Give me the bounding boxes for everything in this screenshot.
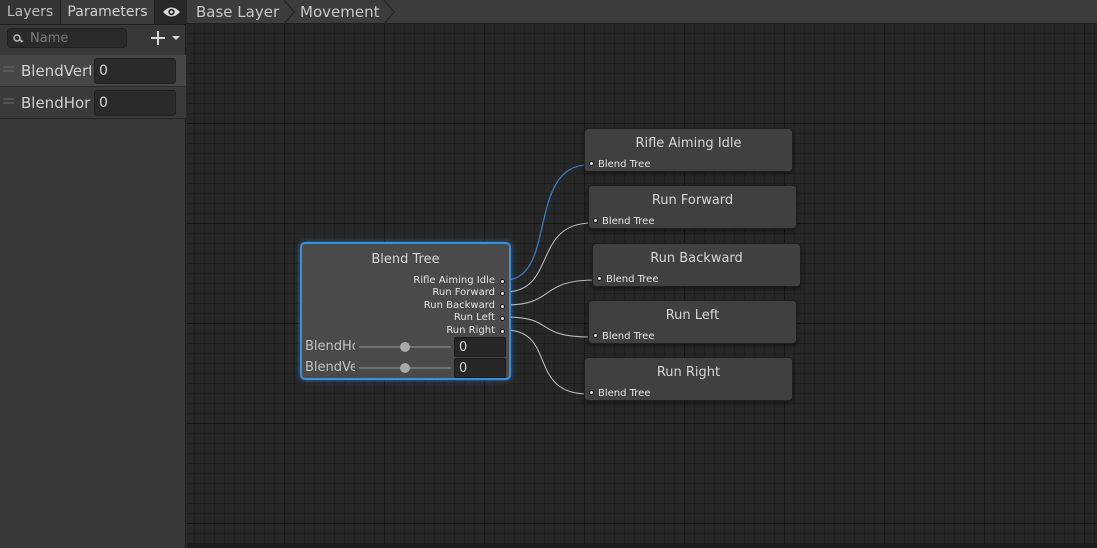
port-dot-icon[interactable] <box>589 389 594 395</box>
parameter-row[interactable]: BlendVert <box>0 55 186 87</box>
parameter-row[interactable]: BlendHori <box>0 87 186 119</box>
input-port-label: Blend Tree <box>602 216 655 227</box>
port-dot-icon[interactable] <box>500 316 505 321</box>
parameters-panel: Layers Parameters BlendVert <box>0 0 186 548</box>
input-port-label: Blend Tree <box>598 159 651 170</box>
tab-parameters[interactable]: Parameters <box>61 0 155 24</box>
input-port[interactable]: Blend Tree <box>593 331 655 342</box>
breadcrumb-movement[interactable]: Movement <box>300 0 379 24</box>
blend-horizontal-value-field[interactable] <box>454 337 506 357</box>
port-dot-icon[interactable] <box>593 217 598 223</box>
output-port-label: Run Left <box>453 312 495 323</box>
wire-run-left <box>504 316 593 338</box>
breadcrumb: Base Layer Movement <box>187 0 1097 24</box>
port-dot-icon[interactable] <box>589 160 594 166</box>
output-port-label: Run Backward <box>423 300 495 311</box>
wire-run-forward <box>504 222 593 293</box>
slider-label: BlendVertical <box>305 360 355 375</box>
input-port[interactable]: Blend Tree <box>597 274 659 285</box>
output-port-label: Rifle Aiming Idle <box>413 275 495 286</box>
output-port-run-backward[interactable]: Run Backward <box>423 300 505 311</box>
parameter-value-field[interactable] <box>94 90 176 116</box>
port-dot-icon[interactable] <box>500 291 505 296</box>
node-title: Blend Tree <box>371 252 440 267</box>
drag-handle-icon[interactable] <box>3 98 14 105</box>
port-dot-icon[interactable] <box>500 304 505 309</box>
node-title: Rifle Aiming Idle <box>635 136 742 151</box>
tab-layers[interactable]: Layers <box>0 0 61 24</box>
plus-icon <box>151 31 180 45</box>
input-port[interactable]: Blend Tree <box>589 388 651 399</box>
input-port[interactable]: Blend Tree <box>593 216 655 227</box>
blend-horizontal-slider-row: BlendHorizontal <box>305 337 508 357</box>
blend-horizontal-slider[interactable] <box>359 342 451 352</box>
graph-scrollbar[interactable] <box>187 544 1097 548</box>
node-title: Run Left <box>665 308 720 323</box>
search-input[interactable] <box>30 29 122 47</box>
slider-label: BlendHorizontal <box>305 339 355 354</box>
port-dot-icon[interactable] <box>500 329 505 334</box>
blend-vertical-slider-row: BlendVertical <box>305 358 508 378</box>
motion-node-run-right[interactable]: Run Right Blend Tree <box>584 357 793 401</box>
node-title: Run Backward <box>650 251 743 266</box>
parameter-value-field[interactable] <box>94 58 176 84</box>
input-port-label: Blend Tree <box>606 274 659 285</box>
motion-node-run-left[interactable]: Run Left Blend Tree <box>588 300 797 344</box>
blend-tree-node[interactable]: Blend Tree Rifle Aiming Idle Run Forward… <box>300 242 511 380</box>
breadcrumb-separator-icon <box>383 0 395 24</box>
motion-node-run-forward[interactable]: Run Forward Blend Tree <box>588 185 797 229</box>
output-port-run-left[interactable]: Run Left <box>453 312 505 323</box>
node-title: Run Forward <box>651 193 734 208</box>
port-dot-icon[interactable] <box>597 275 602 281</box>
blend-vertical-value-field[interactable] <box>454 358 506 378</box>
parameter-search[interactable] <box>7 28 127 48</box>
input-port-label: Blend Tree <box>602 331 655 342</box>
search-icon <box>13 34 24 43</box>
input-port[interactable]: Blend Tree <box>589 159 651 170</box>
output-port-label: Run Right <box>446 325 495 336</box>
breadcrumb-separator-icon <box>283 0 295 24</box>
output-port-run-right[interactable]: Run Right <box>446 325 505 336</box>
output-port-rifle-aiming-idle[interactable]: Rifle Aiming Idle <box>413 275 505 286</box>
add-parameter-button[interactable] <box>148 28 184 48</box>
motion-node-rifle-aiming-idle[interactable]: Rifle Aiming Idle Blend Tree <box>584 128 793 172</box>
output-port-label: Run Forward <box>432 287 495 298</box>
port-dot-icon[interactable] <box>500 279 505 284</box>
parameter-name[interactable]: BlendVert <box>21 55 91 87</box>
node-title: Run Right <box>656 365 721 380</box>
wire-run-backward <box>504 279 597 306</box>
breadcrumb-base-layer[interactable]: Base Layer <box>196 0 279 24</box>
wire-rifle-aiming-idle <box>504 164 589 281</box>
slider-thumb[interactable] <box>400 363 410 373</box>
slider-thumb[interactable] <box>400 342 410 352</box>
blend-tree-graph[interactable]: Blend Tree Rifle Aiming Idle Run Forward… <box>187 24 1097 548</box>
port-dot-icon[interactable] <box>593 332 598 338</box>
motion-node-run-backward[interactable]: Run Backward Blend Tree <box>592 243 801 287</box>
toggle-visibility-button[interactable] <box>157 0 186 24</box>
eye-icon <box>163 7 180 17</box>
parameter-name[interactable]: BlendHori <box>21 87 91 119</box>
blend-vertical-slider[interactable] <box>359 363 451 373</box>
input-port-label: Blend Tree <box>598 388 651 399</box>
panel-tab-bar: Layers Parameters <box>0 0 186 25</box>
output-port-run-forward[interactable]: Run Forward <box>432 287 505 298</box>
wire-run-right <box>504 329 589 395</box>
drag-handle-icon[interactable] <box>3 66 14 73</box>
